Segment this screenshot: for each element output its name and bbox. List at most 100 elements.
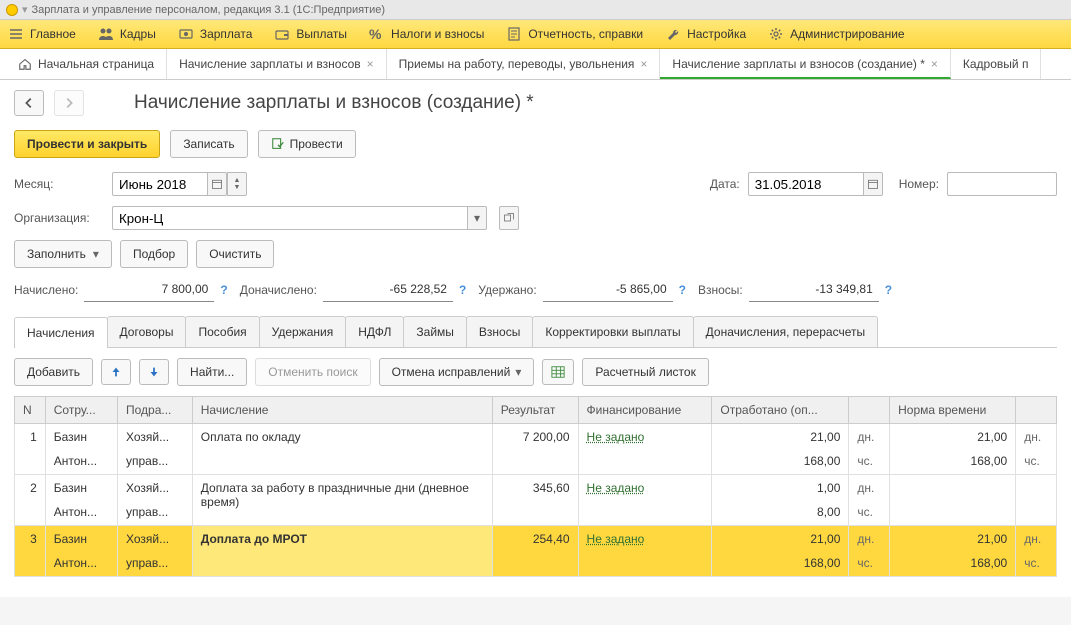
column-header[interactable]: Начисление [192, 397, 492, 424]
close-icon[interactable]: × [640, 57, 647, 71]
month-picker-button[interactable] [207, 172, 227, 196]
section-tab[interactable]: Займы [403, 316, 467, 347]
clear-button[interactable]: Очистить [196, 240, 274, 268]
table-row[interactable]: 3БазинАнтон...Хозяй...управ...Доплата до… [15, 526, 1057, 577]
help-icon[interactable]: ? [220, 283, 227, 297]
post-and-close-button[interactable]: Провести и закрыть [14, 130, 160, 158]
help-icon[interactable]: ? [885, 283, 892, 297]
forward-button[interactable] [54, 90, 84, 116]
column-header[interactable]: Сотру... [45, 397, 117, 424]
back-button[interactable] [14, 90, 44, 116]
close-icon[interactable]: × [367, 57, 374, 71]
move-up-button[interactable] [101, 359, 131, 385]
column-header[interactable]: Отработано (оп... [712, 397, 849, 424]
table-row[interactable]: 2БазинАнтон...Хозяй...управ...Доплата за… [15, 475, 1057, 526]
section-tab[interactable]: Пособия [185, 316, 259, 347]
date-input[interactable] [748, 172, 863, 196]
pick-button[interactable]: Подбор [120, 240, 188, 268]
menu-admin[interactable]: Администрирование [768, 26, 904, 42]
add-row-button[interactable]: Добавить [14, 358, 93, 386]
cell-worked[interactable]: 1,008,00 [712, 475, 849, 526]
tab-kadrovy[interactable]: Кадровый п [951, 49, 1042, 79]
number-input[interactable] [947, 172, 1057, 196]
cell-n[interactable]: 1 [15, 424, 46, 475]
tab-payroll-create[interactable]: Начисление зарплаты и взносов (создание)… [660, 49, 950, 79]
menu-label: Выплаты [296, 27, 347, 41]
cell-norm[interactable] [890, 475, 1016, 526]
section-tab[interactable]: Доначисления, перерасчеты [693, 316, 878, 347]
cell-result[interactable]: 254,40 [492, 526, 578, 577]
menu-nastroika[interactable]: Настройка [665, 26, 746, 42]
cell-n[interactable]: 2 [15, 475, 46, 526]
menu-kadry[interactable]: Кадры [98, 26, 156, 42]
cell-financing[interactable]: Не задано [578, 526, 712, 577]
tab-personnel[interactable]: Приемы на работу, переводы, увольнения × [387, 49, 661, 79]
save-button[interactable]: Записать [170, 130, 247, 158]
org-open-button[interactable] [499, 206, 519, 230]
payslip-button[interactable]: Расчетный листок [582, 358, 708, 386]
chevron-down-icon: ▾ [93, 247, 99, 261]
section-tab[interactable]: НДФЛ [345, 316, 404, 347]
section-tab[interactable]: Договоры [107, 316, 187, 347]
gear-icon [768, 26, 784, 42]
cancel-fix-button[interactable]: Отмена исправлений ▾ [379, 358, 535, 386]
post-button[interactable]: Провести [258, 130, 356, 158]
cell-norm[interactable]: 21,00168,00 [890, 526, 1016, 577]
close-icon[interactable]: × [931, 57, 938, 71]
menu-zarplata[interactable]: Зарплата [178, 26, 253, 42]
column-header[interactable]: N [15, 397, 46, 424]
cell-worked[interactable]: 21,00168,00 [712, 424, 849, 475]
tab-home[interactable]: Начальная страница [6, 49, 167, 79]
help-icon[interactable]: ? [679, 283, 686, 297]
grid-mode-button[interactable] [542, 359, 574, 385]
column-header[interactable]: Финансирование [578, 397, 712, 424]
month-input[interactable] [112, 172, 207, 196]
section-tab[interactable]: Начисления [14, 317, 108, 348]
cancel-find-button[interactable]: Отменить поиск [255, 358, 370, 386]
column-header[interactable] [849, 397, 890, 424]
org-input[interactable] [112, 206, 467, 230]
cell-employee[interactable]: БазинАнтон... [45, 526, 117, 577]
menu-vyplaty[interactable]: Выплаты [274, 26, 347, 42]
cell-worked[interactable]: 21,00168,00 [712, 526, 849, 577]
menu-nalogi[interactable]: % Налоги и взносы [369, 26, 484, 42]
org-dropdown-button[interactable]: ▾ [467, 206, 487, 230]
column-header[interactable]: Подра... [118, 397, 193, 424]
cell-accrual[interactable]: Доплата за работу в праздничные дни (дне… [192, 475, 492, 526]
find-button[interactable]: Найти... [177, 358, 247, 386]
section-tab[interactable]: Корректировки выплаты [532, 316, 693, 347]
number-label: Номер: [899, 177, 939, 191]
cell-financing[interactable]: Не задано [578, 475, 712, 526]
cell-department[interactable]: Хозяй...управ... [118, 526, 193, 577]
cell-accrual[interactable]: Оплата по окладу [192, 424, 492, 475]
cell-result[interactable]: 345,60 [492, 475, 578, 526]
help-icon[interactable]: ? [459, 283, 466, 297]
contrib-label: Взносы: [698, 283, 743, 297]
section-tab[interactable]: Взносы [466, 316, 533, 347]
cell-department[interactable]: Хозяй...управ... [118, 475, 193, 526]
date-picker-button[interactable] [863, 172, 883, 196]
move-down-button[interactable] [139, 359, 169, 385]
cell-result[interactable]: 7 200,00 [492, 424, 578, 475]
chevron-down-icon[interactable]: ▾ [22, 3, 28, 16]
month-spinner[interactable]: ▲▼ [227, 172, 247, 196]
tab-payroll-list[interactable]: Начисление зарплаты и взносов × [167, 49, 387, 79]
column-header[interactable]: Результат [492, 397, 578, 424]
cell-n[interactable]: 3 [15, 526, 46, 577]
column-header[interactable] [1016, 397, 1057, 424]
table-row[interactable]: 1БазинАнтон...Хозяй...управ...Оплата по … [15, 424, 1057, 475]
cell-financing[interactable]: Не задано [578, 424, 712, 475]
not-set-link[interactable]: Не задано [587, 481, 645, 495]
menu-otchetnost[interactable]: Отчетность, справки [506, 26, 643, 42]
not-set-link[interactable]: Не задано [587, 430, 645, 444]
cell-employee[interactable]: БазинАнтон... [45, 475, 117, 526]
menu-burger[interactable]: Главное [8, 26, 76, 42]
fill-button[interactable]: Заполнить ▾ [14, 240, 112, 268]
cell-employee[interactable]: БазинАнтон... [45, 424, 117, 475]
cell-accrual[interactable]: Доплата до МРОТ [192, 526, 492, 577]
section-tab[interactable]: Удержания [259, 316, 347, 347]
cell-department[interactable]: Хозяй...управ... [118, 424, 193, 475]
column-header[interactable]: Норма времени [890, 397, 1016, 424]
cell-norm[interactable]: 21,00168,00 [890, 424, 1016, 475]
not-set-link[interactable]: Не задано [587, 532, 645, 546]
